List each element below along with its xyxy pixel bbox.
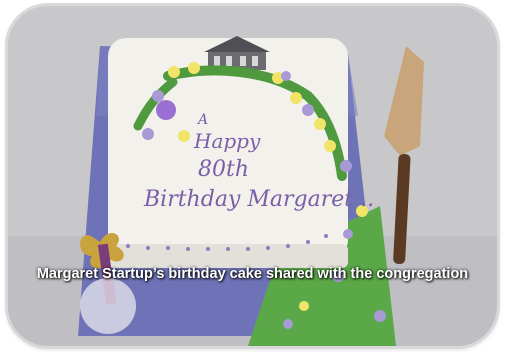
icing-line-80th: 80th — [198, 157, 249, 182]
cake-photo: A Happy 80th Birthday Margaret .. — [8, 6, 497, 346]
icing-line-name: Birthday Margaret .. — [143, 187, 374, 212]
purple-bauble — [156, 100, 176, 120]
icing-line-a: A — [196, 112, 208, 128]
icing-line-happy: Happy — [193, 129, 261, 153]
lace-doily — [80, 278, 136, 334]
photo-frame: A Happy 80th Birthday Margaret .. Margar… — [8, 6, 497, 346]
photo-caption: Margaret Startup’s birthday cake shared … — [36, 266, 469, 282]
